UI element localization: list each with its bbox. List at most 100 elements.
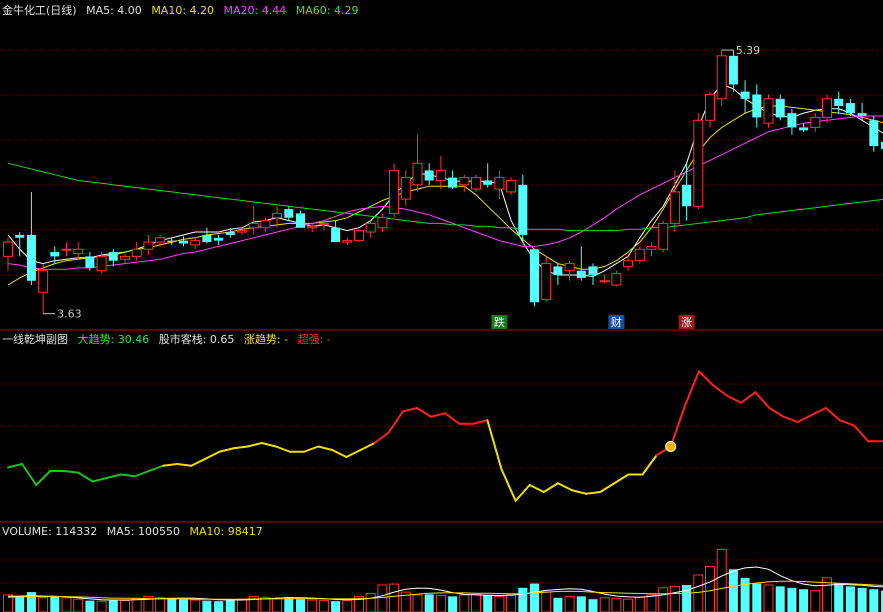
candle xyxy=(296,210,305,228)
volume-bar xyxy=(318,600,329,612)
volume-bar xyxy=(307,599,318,612)
candle-body xyxy=(307,225,318,229)
indicator-segment xyxy=(7,463,24,469)
volume-bar xyxy=(389,583,400,612)
candle-body xyxy=(435,169,446,181)
candle xyxy=(61,242,72,257)
candle-body xyxy=(400,177,411,200)
candle-body xyxy=(424,170,434,181)
candle-body xyxy=(225,232,235,235)
ma5-readout: MA5: 4.00 xyxy=(86,4,142,17)
candle xyxy=(658,220,669,253)
volume-bar xyxy=(705,565,715,612)
candle-body xyxy=(763,98,774,124)
volume-bar xyxy=(377,584,388,612)
volume-bar xyxy=(73,598,84,612)
volume-bar xyxy=(763,584,774,612)
candle-body xyxy=(284,209,294,218)
candle-body xyxy=(365,222,376,233)
candle xyxy=(530,249,539,307)
candle-body xyxy=(705,94,715,121)
volume-bar xyxy=(869,589,879,612)
indicator-segment xyxy=(218,447,235,453)
candle-body xyxy=(38,270,49,293)
candle xyxy=(354,229,364,243)
volume-bars xyxy=(3,548,883,612)
candle-body xyxy=(318,222,329,225)
trend-readout: 大趋势: 30.46 xyxy=(77,333,150,346)
indicator-segment xyxy=(486,419,503,471)
candle-body xyxy=(588,266,598,276)
candle xyxy=(599,275,610,284)
candle-body xyxy=(50,252,60,257)
candle xyxy=(448,170,458,190)
volume-bar xyxy=(541,591,552,612)
candle xyxy=(214,234,224,245)
candle-body xyxy=(822,98,832,118)
candle xyxy=(331,220,341,243)
stock-chart[interactable]: 5.39 3.63 跌 财 涨 xyxy=(0,0,883,612)
candle-body xyxy=(553,266,563,276)
candle xyxy=(787,108,797,135)
volume-bar xyxy=(131,598,142,612)
indicator-segment xyxy=(387,410,404,434)
volume-bar xyxy=(26,592,36,612)
candle xyxy=(190,237,201,250)
candle-body xyxy=(73,248,84,255)
volume-bar xyxy=(296,599,305,612)
candle xyxy=(3,237,13,271)
candle xyxy=(810,113,821,132)
ma20-readout: MA20: 4.44 xyxy=(223,4,287,17)
indicator-segment xyxy=(726,394,743,404)
indicator-segment xyxy=(63,470,80,474)
indicator-segment xyxy=(782,415,799,423)
indicator-segment xyxy=(824,407,841,422)
volume-bar xyxy=(494,595,505,612)
volume-bar xyxy=(634,596,645,612)
ma60-readout: MA60: 4.29 xyxy=(295,4,359,17)
candle-body xyxy=(459,177,470,186)
indicator-segment xyxy=(345,449,362,458)
main-panel-header: 金牛化工(日线) MA5: 4.00 MA10: 4.20 MA20: 4.44… xyxy=(2,3,364,19)
candle xyxy=(307,223,318,233)
candle-body xyxy=(155,237,166,243)
volume-bar xyxy=(120,600,130,612)
indicator-segment xyxy=(796,414,813,423)
rise-readout: 涨趋势: - xyxy=(243,333,289,346)
indicator-segment xyxy=(810,407,827,416)
indicator-segment xyxy=(119,473,136,478)
indicator-segment xyxy=(246,442,263,448)
indicator-segment xyxy=(556,482,573,492)
candle-body xyxy=(857,113,867,116)
candle-body xyxy=(810,116,821,128)
candle xyxy=(822,94,832,124)
indicator-segment xyxy=(359,442,376,451)
candle xyxy=(541,256,552,303)
candle-body xyxy=(131,248,142,257)
indicator-name: 一线乾坤副图 xyxy=(2,333,68,346)
volume-bar xyxy=(564,595,575,612)
volume-bar xyxy=(459,594,470,612)
volume-bar xyxy=(167,598,177,612)
candle-body xyxy=(354,230,364,242)
candle-body xyxy=(296,213,305,228)
candle-body xyxy=(248,222,259,229)
volume-bar xyxy=(752,583,762,612)
candle-body xyxy=(716,55,727,100)
candle-body xyxy=(331,227,341,243)
candle xyxy=(179,236,188,247)
volume-bar xyxy=(483,595,493,612)
candle xyxy=(342,237,353,245)
volume-bar xyxy=(669,585,680,612)
volume-bar xyxy=(85,600,95,612)
volume-bar xyxy=(530,583,539,612)
candle-body xyxy=(775,98,785,118)
indicator-segment xyxy=(599,482,616,493)
volume-bar xyxy=(96,600,107,612)
volume-bar xyxy=(834,583,844,612)
candle xyxy=(202,227,212,244)
indicator-segment xyxy=(641,454,658,476)
volume-bar xyxy=(225,600,235,612)
indicator-segment xyxy=(204,450,221,460)
volume-bar xyxy=(799,589,809,612)
